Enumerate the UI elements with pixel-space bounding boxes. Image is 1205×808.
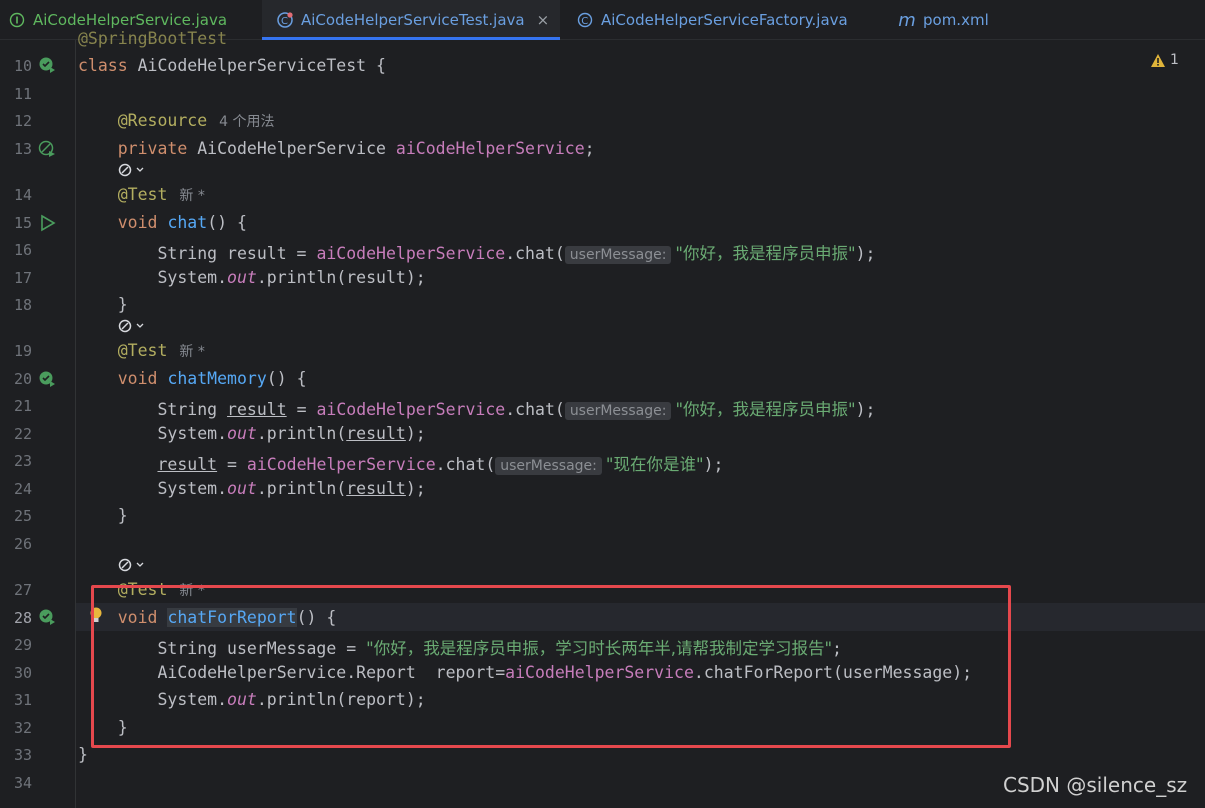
- tab-label: AiCodeHelperServiceFactory.java: [601, 11, 848, 29]
- line-number: 28: [13, 609, 32, 627]
- close-icon[interactable]: ×: [537, 11, 550, 29]
- run-test-passed-icon[interactable]: [38, 608, 56, 626]
- parameter-hint: userMessage:: [495, 457, 602, 475]
- line-number: 16: [13, 241, 32, 259]
- code-lens[interactable]: [118, 162, 150, 180]
- code-line-25: }: [117, 506, 128, 525]
- code-line-10: class AiCodeHelperServiceTest {: [78, 56, 386, 75]
- run-test-passed-icon[interactable]: [38, 370, 56, 388]
- svg-text:C: C: [581, 16, 588, 27]
- line-number: 27: [13, 581, 32, 599]
- line-number: 26: [13, 535, 32, 553]
- code-line-15: void chat() {: [117, 213, 247, 232]
- code-line-21: String result = aiCodeHelperService.chat…: [157, 400, 876, 420]
- line-number: 22: [13, 425, 32, 443]
- line-number: 11: [13, 85, 32, 103]
- code-line-17: System.out.println(result);: [157, 268, 426, 287]
- class-icon: C: [576, 11, 594, 29]
- code-lens[interactable]: [118, 318, 150, 336]
- tab-aicodehelperservicefactory[interactable]: C AiCodeHelperServiceFactory.java: [576, 0, 876, 40]
- code-line-18: }: [117, 295, 128, 314]
- tab-label: pom.xml: [923, 11, 989, 29]
- line-number: 14: [13, 186, 32, 204]
- maven-icon: m: [898, 9, 916, 31]
- line-number: 20: [13, 370, 32, 388]
- line-number: 25: [13, 507, 32, 525]
- line-number: 21: [13, 397, 32, 415]
- tab-pom-xml[interactable]: m pom.xml: [898, 0, 1008, 40]
- usage-hint[interactable]: 4 个用法: [219, 114, 274, 130]
- tab-label: AiCodeHelperService.java: [33, 11, 228, 29]
- inspection-widget[interactable]: 1: [1150, 52, 1179, 68]
- code-line-24: System.out.println(result);: [157, 479, 426, 498]
- interface-icon: [8, 11, 26, 29]
- line-number: 33: [13, 746, 32, 764]
- parameter-hint: userMessage:: [564, 402, 672, 420]
- scrolled-line: @SpringBootTest: [78, 29, 228, 48]
- gutter: 10 11 12 13 14 15 16 17 18 19 20 21 22 2…: [0, 40, 76, 808]
- line-number: 24: [13, 480, 32, 498]
- line-number: 34: [13, 774, 32, 792]
- warning-icon: [1151, 53, 1165, 67]
- line-number: 10: [13, 57, 32, 75]
- line-number: 31: [13, 691, 32, 709]
- line-number: 13: [13, 140, 32, 158]
- author-hint[interactable]: 新 *: [179, 344, 204, 360]
- svg-text:C: C: [281, 16, 288, 27]
- line-number: 12: [13, 112, 32, 130]
- code-lens-icon: [118, 319, 144, 333]
- line-number: 15: [13, 214, 32, 232]
- author-hint[interactable]: 新 *: [179, 188, 204, 204]
- code-lens-icon: [118, 558, 144, 572]
- code-line-20: void chatMemory() {: [117, 369, 307, 388]
- warning-count: 1: [1170, 52, 1179, 68]
- code-line-22: System.out.println(result);: [157, 424, 426, 443]
- bean-navigation-icon[interactable]: [38, 140, 56, 158]
- code-editor[interactable]: @SpringBootTest 10 11 12 13 14 15 16 17 …: [0, 29, 1205, 808]
- run-test-passed-icon[interactable]: [38, 56, 56, 74]
- code-lens[interactable]: [118, 557, 150, 575]
- watermark: CSDN @silence_sz: [1003, 773, 1188, 797]
- code-line-23: result = aiCodeHelperService.chat(userMe…: [157, 455, 724, 475]
- line-number: 18: [13, 296, 32, 314]
- annotation-highlight-box: [91, 585, 1011, 748]
- line-number: 29: [13, 636, 32, 654]
- line-number: 19: [13, 342, 32, 360]
- run-test-icon[interactable]: [38, 214, 56, 232]
- code-line-16: String result = aiCodeHelperService.chat…: [157, 244, 876, 264]
- line-number: 23: [13, 452, 32, 470]
- code-lens-icon: [118, 163, 144, 177]
- code-line-14: @Test 新 *: [117, 185, 205, 204]
- line-number: 30: [13, 664, 32, 682]
- tab-label: AiCodeHelperServiceTest.java: [301, 11, 525, 29]
- line-number: 17: [13, 269, 32, 287]
- line-number: 32: [13, 719, 32, 737]
- code-line-33: }: [78, 745, 88, 764]
- code-line-19: @Test 新 *: [117, 341, 205, 360]
- code-line-12: @Resource 4 个用法: [117, 111, 275, 130]
- code-line-13: private AiCodeHelperService aiCodeHelper…: [117, 139, 595, 158]
- parameter-hint: userMessage:: [564, 246, 672, 264]
- test-class-icon: C: [276, 11, 294, 29]
- tab-aicodehelperservicetest[interactable]: C AiCodeHelperServiceTest.java ×: [262, 0, 560, 40]
